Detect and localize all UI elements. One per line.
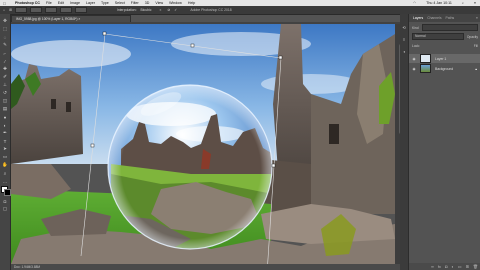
layer-name[interactable]: Background	[435, 67, 453, 71]
menu-window[interactable]: Window	[169, 1, 182, 5]
history-panel-icon[interactable]: ⟲	[401, 24, 407, 30]
filter-icons[interactable]	[421, 24, 478, 31]
lock-row: Lock: Fill	[412, 42, 478, 49]
commit-transform-icon[interactable]: ✓	[174, 8, 177, 12]
link-layers-icon[interactable]: ∞	[431, 264, 434, 269]
move-tool-icon[interactable]: ✥	[2, 18, 8, 24]
wifi-icon[interactable]: ◠	[413, 1, 416, 5]
apple-icon[interactable]: 	[3, 1, 6, 6]
menu-image[interactable]: Image	[70, 1, 80, 5]
x-field[interactable]	[14, 7, 27, 13]
filter-row: Kind	[412, 24, 478, 31]
home-icon[interactable]: ⌂	[3, 8, 5, 12]
menu-help[interactable]: Help	[188, 1, 195, 5]
menu-view[interactable]: View	[155, 1, 163, 5]
new-layer-icon[interactable]: ⊞	[466, 264, 469, 269]
interpolation-select[interactable]: Bicubic	[141, 8, 152, 12]
height-field[interactable]	[59, 7, 72, 13]
path-select-tool-icon[interactable]: ➤	[2, 146, 8, 152]
delete-layer-icon[interactable]: 🗑︎	[473, 264, 478, 269]
type-tool-icon[interactable]: T	[2, 138, 8, 144]
quick-select-tool-icon[interactable]: ✎	[2, 42, 8, 48]
panel-dock-strip: ⟲ ≡ ◑	[400, 14, 408, 270]
eyedropper-tool-icon[interactable]: ⁄	[2, 58, 8, 64]
brush-tool-icon[interactable]: ✐	[2, 74, 8, 80]
filter-kind-select[interactable]: Kind	[412, 26, 419, 30]
layer-thumbnail	[420, 64, 431, 73]
more-tools-icon[interactable]: …	[2, 178, 8, 184]
shape-tool-icon[interactable]: ▭	[2, 154, 8, 160]
zoom-tool-icon[interactable]: ⌕	[2, 170, 8, 176]
properties-panel-icon[interactable]: ≡	[401, 36, 407, 42]
clone-stamp-tool-icon[interactable]: ⊥	[2, 82, 8, 88]
transform-icon[interactable]: ⊞	[9, 8, 12, 12]
eye-icon[interactable]: ◉	[411, 67, 417, 71]
blend-row: Normal Opacity	[412, 33, 478, 40]
panel-menu-icon[interactable]: ≡	[476, 16, 478, 20]
menu-layer[interactable]: Layer	[86, 1, 95, 5]
tools-panel: ✥ ⬚ ◌ ✎ ⌐ ⁄ ✚ ✐ ⊥ ↺ ◫ ▤ ● ◐ ✒ T ➤ ▭ ✋ ⌕ …	[0, 14, 11, 270]
marquee-tool-icon[interactable]: ⬚	[2, 26, 8, 32]
panel-tabs: Layers Channels Paths ≡	[409, 14, 480, 22]
tab-layers[interactable]: Layers	[413, 16, 423, 20]
warp-icon[interactable]: ⌗	[159, 8, 161, 12]
interpolation-label: Interpolation:	[116, 8, 137, 12]
layer-thumbnail	[420, 54, 431, 63]
layers-panel-footer: ∞ fx ◘ ◐ ▭ ⊞ 🗑︎	[409, 263, 480, 270]
width-field[interactable]	[44, 7, 57, 13]
layers-panel: Layers Channels Paths ≡ Kind Normal Opac…	[408, 14, 480, 270]
blur-tool-icon[interactable]: ●	[2, 114, 8, 120]
crop-tool-icon[interactable]: ⌐	[2, 50, 8, 56]
angle-field[interactable]	[74, 7, 87, 13]
tab-channels[interactable]: Channels	[427, 16, 441, 20]
cancel-transform-icon[interactable]: ⊘	[167, 8, 170, 12]
menu-select[interactable]: Select	[115, 1, 125, 5]
eye-icon[interactable]: ◉	[411, 57, 417, 61]
screen-mode-icon[interactable]: ▢	[2, 206, 8, 212]
adjustments-panel-icon[interactable]: ◑	[401, 48, 407, 54]
y-field[interactable]	[29, 7, 42, 13]
clock: Thu 4 Jan 10:11	[426, 1, 452, 5]
search-icon[interactable]: ⌕	[462, 1, 464, 5]
pen-tool-icon[interactable]: ✒	[2, 130, 8, 136]
menu-filter[interactable]: Filter	[131, 1, 139, 5]
menu-app[interactable]: Photoshop CC	[15, 1, 40, 5]
photo-image	[11, 24, 395, 264]
menu-edit[interactable]: Edit	[58, 1, 64, 5]
document-tab[interactable]: IMG_5988.jpg @ 100% (Layer 1, RGB/8*) ×	[11, 15, 131, 22]
opacity-label: Opacity	[466, 34, 478, 39]
document-canvas[interactable]	[11, 24, 395, 264]
blend-mode-select[interactable]: Normal	[412, 33, 464, 40]
gradient-tool-icon[interactable]: ▤	[2, 106, 8, 112]
lasso-tool-icon[interactable]: ◌	[2, 34, 8, 40]
background-color-swatch[interactable]	[4, 189, 11, 196]
lock-label: Lock:	[412, 43, 420, 48]
new-group-icon[interactable]: ▭	[458, 264, 462, 269]
eraser-tool-icon[interactable]: ◫	[2, 98, 8, 104]
menu-list-icon[interactable]: ≡	[474, 1, 476, 5]
layer-row[interactable]: ◉ Layer 1	[409, 54, 480, 63]
layer-row[interactable]: ◉ Background 🔒︎	[409, 64, 480, 73]
lock-icon: 🔒︎	[475, 66, 477, 71]
quick-mask-icon[interactable]: ◘	[2, 198, 8, 204]
hand-tool-icon[interactable]: ✋	[2, 162, 8, 168]
mask-icon[interactable]: ◘	[445, 264, 447, 269]
fill-label: Fill	[473, 43, 478, 48]
fx-icon[interactable]: fx	[438, 264, 441, 269]
menu-file[interactable]: File	[46, 1, 52, 5]
layer-name[interactable]: Layer 1	[435, 57, 446, 61]
status-bar: Doc: 1.94M/3.88M	[11, 264, 407, 270]
menu-3d[interactable]: 3D	[145, 1, 150, 5]
adjustment-layer-icon[interactable]: ◐	[451, 264, 453, 269]
tab-paths[interactable]: Paths	[446, 16, 455, 20]
menu-type[interactable]: Type	[101, 1, 109, 5]
history-brush-tool-icon[interactable]: ↺	[2, 90, 8, 96]
healing-tool-icon[interactable]: ✚	[2, 66, 8, 72]
dodge-tool-icon[interactable]: ◐	[2, 122, 8, 128]
